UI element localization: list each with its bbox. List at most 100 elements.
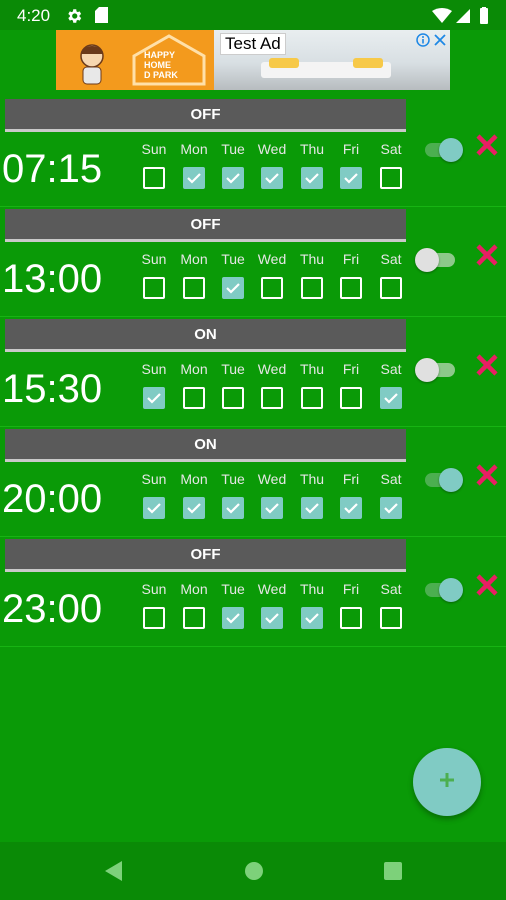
delete-icon[interactable] [474, 132, 500, 158]
toggle-thumb [415, 248, 439, 272]
day-checkbox[interactable] [301, 167, 323, 189]
day-checkbox[interactable] [380, 277, 402, 299]
day-checkbox[interactable] [340, 497, 362, 519]
day-checkbox[interactable] [340, 607, 362, 629]
day-checkbox[interactable] [340, 167, 362, 189]
check-icon [384, 393, 398, 404]
alarm-time[interactable]: 23:00 [2, 584, 102, 634]
day-label: Tue [221, 581, 245, 597]
signal-icon [456, 9, 470, 23]
home-icon[interactable] [243, 860, 265, 882]
alarm-row: ON 15:30 Sun Mon Tue Wed Thu Fri Sat [0, 317, 506, 427]
delete-icon[interactable] [474, 352, 500, 378]
day-label: Tue [221, 361, 245, 377]
check-icon [187, 173, 201, 184]
alarm-time[interactable]: 13:00 [2, 254, 102, 304]
day-column: Sun [134, 360, 174, 409]
day-checkbox[interactable] [380, 607, 402, 629]
info-icon[interactable] [416, 33, 430, 47]
day-checkbox[interactable] [183, 497, 205, 519]
day-checkbox[interactable] [222, 167, 244, 189]
day-checkbox[interactable] [380, 497, 402, 519]
toggle-thumb [439, 578, 463, 602]
day-label: Wed [257, 361, 287, 377]
day-column: Sun [134, 580, 174, 629]
day-label: Tue [221, 141, 245, 157]
day-column: Sat [371, 360, 411, 409]
day-column: Sun [134, 470, 174, 519]
day-checkbox[interactable] [301, 497, 323, 519]
day-checkbox[interactable] [340, 277, 362, 299]
day-checkbox[interactable] [183, 277, 205, 299]
alarm-toggle[interactable] [415, 135, 465, 165]
recents-icon[interactable] [383, 861, 403, 881]
alarm-toggle[interactable] [415, 575, 465, 605]
day-checkbox[interactable] [261, 167, 283, 189]
alarm-status-bar[interactable]: ON [5, 429, 406, 462]
day-column: Thu [292, 140, 332, 189]
day-checkbox[interactable] [301, 607, 323, 629]
day-label: Mon [180, 581, 208, 597]
check-icon [147, 393, 161, 404]
day-checkbox[interactable] [380, 387, 402, 409]
delete-icon[interactable] [474, 572, 500, 598]
day-column: Fri [331, 470, 371, 519]
toggle-thumb [415, 358, 439, 382]
alarm-time[interactable]: 07:15 [2, 144, 102, 194]
alarm-status-bar[interactable]: OFF [5, 99, 406, 132]
day-checkbox[interactable] [261, 277, 283, 299]
day-checkbox[interactable] [222, 277, 244, 299]
check-icon [226, 503, 240, 514]
delete-icon[interactable] [474, 462, 500, 488]
back-icon[interactable] [102, 859, 124, 883]
close-icon[interactable] [433, 33, 447, 47]
day-checkbox[interactable] [143, 607, 165, 629]
status-icons [432, 7, 488, 24]
alarm-time[interactable]: 20:00 [2, 474, 102, 524]
day-checkbox[interactable] [261, 497, 283, 519]
wifi-icon [432, 7, 452, 24]
day-checkbox[interactable] [183, 167, 205, 189]
day-checkbox[interactable] [183, 387, 205, 409]
alarm-row: OFF 07:15 Sun Mon Tue Wed Thu Fri Sat [0, 97, 506, 207]
day-column: Mon [174, 250, 214, 299]
day-checkbox[interactable] [143, 277, 165, 299]
alarm-status-bar[interactable]: OFF [5, 539, 406, 572]
day-label: Wed [257, 581, 287, 597]
delete-icon[interactable] [474, 242, 500, 268]
day-checkbox[interactable] [222, 607, 244, 629]
day-checkbox[interactable] [222, 387, 244, 409]
day-column: Sat [371, 250, 411, 299]
alarm-toggle[interactable] [415, 465, 465, 495]
day-checkbox[interactable] [380, 167, 402, 189]
alarm-time[interactable]: 15:30 [2, 364, 102, 414]
check-icon [305, 613, 319, 624]
sofa-image [261, 58, 391, 78]
day-column: Fri [331, 250, 371, 299]
ad-banner[interactable]: HAPPY HOME D PARK Test Ad [56, 30, 450, 90]
day-column: Tue [213, 250, 253, 299]
day-column: Mon [174, 360, 214, 409]
add-alarm-button[interactable] [413, 748, 481, 816]
day-label: Wed [257, 141, 287, 157]
toggle-thumb [439, 468, 463, 492]
alarm-status-bar[interactable]: OFF [5, 209, 406, 242]
day-checkbox[interactable] [261, 387, 283, 409]
day-label: Fri [342, 251, 360, 267]
day-checkbox[interactable] [301, 277, 323, 299]
day-checkbox[interactable] [340, 387, 362, 409]
day-checkbox[interactable] [143, 167, 165, 189]
ad-brand-area: HAPPY HOME D PARK [56, 30, 214, 90]
day-checkbox[interactable] [143, 387, 165, 409]
day-checkbox[interactable] [301, 387, 323, 409]
day-checkbox[interactable] [183, 607, 205, 629]
day-checkbox[interactable] [261, 607, 283, 629]
day-checkbox[interactable] [143, 497, 165, 519]
alarm-toggle[interactable] [415, 355, 465, 385]
day-checkbox[interactable] [222, 497, 244, 519]
alarm-status-bar[interactable]: ON [5, 319, 406, 352]
day-column: Tue [213, 470, 253, 519]
alarm-toggle[interactable] [415, 245, 465, 275]
day-label: Fri [342, 581, 360, 597]
check-icon [226, 173, 240, 184]
